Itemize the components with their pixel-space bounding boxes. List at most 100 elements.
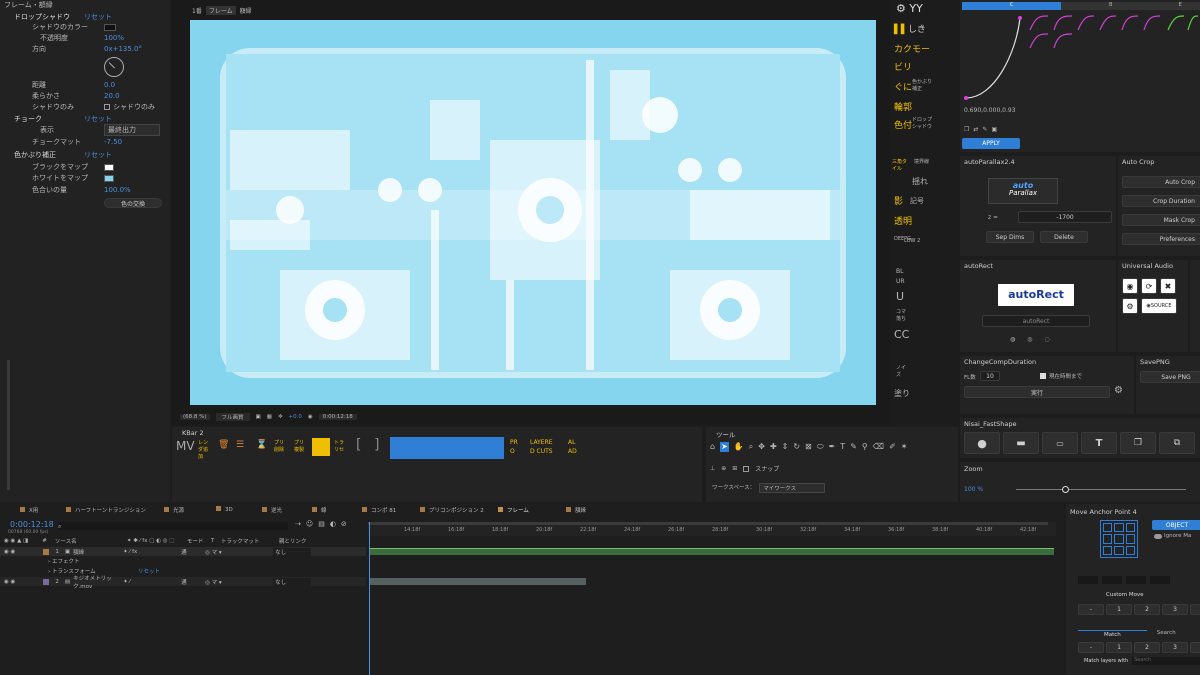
swap-icon[interactable]: ⇄ <box>973 126 978 133</box>
breadcrumb-item[interactable]: 1番 <box>192 6 202 15</box>
select-tool-icon[interactable]: ➤ <box>720 442 729 452</box>
layer-color-label[interactable] <box>43 578 50 585</box>
fx-color[interactable]: 色かぶり補正 リセット <box>14 150 112 160</box>
timeline-tab[interactable]: 額縁 <box>566 506 586 514</box>
rounded-shape-button[interactable]: ▭ <box>1042 432 1078 454</box>
object-button[interactable]: OBJECT <box>1152 520 1200 530</box>
breadcrumb-item-active[interactable]: フレーム <box>205 6 236 15</box>
dolly-tool-icon[interactable]: ⇕ <box>782 442 789 452</box>
zoom-slider-thumb[interactable] <box>1062 486 1069 493</box>
kbar-u[interactable]: U <box>896 290 904 303</box>
search-tab[interactable]: Search <box>1157 630 1176 638</box>
direction-dial[interactable] <box>104 57 124 77</box>
save-png-button[interactable]: Save PNG <box>1140 371 1200 383</box>
sync-icon[interactable]: ⟳ <box>1141 278 1157 294</box>
comp-flow-icon[interactable]: ⇢ <box>295 520 301 528</box>
parent-select[interactable]: なし <box>273 547 312 556</box>
motion-blur-icon[interactable]: ◐ <box>330 520 336 528</box>
delete-button[interactable]: Delete <box>1040 231 1088 243</box>
direction-value[interactable]: 0x+135.0° <box>104 45 142 53</box>
kbar-ad[interactable]: AD <box>568 448 577 455</box>
link-shape-button[interactable]: ⧉ <box>1159 432 1195 454</box>
timeline-tab-active[interactable]: フレーム <box>498 506 529 514</box>
save-icon[interactable]: ▣ <box>991 126 997 133</box>
kbar-ur[interactable]: UR <box>896 278 905 285</box>
layer-switches[interactable]: ✦ ⁄ <box>123 579 181 585</box>
kbar-kakumo[interactable]: カクモー <box>894 42 930 55</box>
audio-wave-icon[interactable]: ◉ <box>1122 278 1138 294</box>
match-1-button[interactable]: 1 <box>1106 642 1132 653</box>
snap-checkbox[interactable] <box>743 465 750 472</box>
layer-bar[interactable] <box>370 578 586 585</box>
kbar-yy[interactable]: ⚙ YY <box>896 2 923 15</box>
kbar-image-button[interactable] <box>312 438 330 456</box>
clone-tool-icon[interactable]: ⚲ <box>862 442 868 452</box>
timeline-tab[interactable]: X用 <box>20 506 38 514</box>
display-select[interactable]: 最終出力 <box>104 124 160 136</box>
match-4-button[interactable]: 4 <box>1190 642 1200 653</box>
duplicate-icon[interactable]: ◎ <box>1027 336 1032 343</box>
kbar-drop[interactable]: ドロップシャドウ <box>912 116 932 130</box>
eraser-tool-icon[interactable]: ⌫ <box>873 442 884 452</box>
local-axis-icon[interactable]: ⊥ <box>710 465 715 472</box>
column-c[interactable]: C <box>962 2 1062 10</box>
layer-name[interactable]: キジオメトリック.mov <box>73 574 123 590</box>
until-current-checkbox[interactable] <box>1040 373 1046 379</box>
grid-icon[interactable]: ▦ <box>267 414 272 420</box>
kbar-yure[interactable]: 揺れ <box>912 176 928 187</box>
choke-matte-value[interactable]: -7.50 <box>104 138 122 146</box>
exposure-value[interactable]: +0.0 <box>289 414 302 420</box>
timeline-timecode[interactable]: 0:00:12:18 <box>10 520 54 529</box>
copy-icon[interactable]: ❐ <box>964 126 969 133</box>
match-3-button[interactable]: 3 <box>1162 642 1188 653</box>
refresh-icon[interactable]: ◌ <box>1045 336 1050 343</box>
pin-icon[interactable]: ✎ <box>982 126 987 133</box>
pen-tool-icon[interactable]: ✒ <box>829 442 836 452</box>
layers-icon[interactable]: ◍ <box>1010 336 1015 343</box>
world-axis-icon[interactable]: ⊕ <box>721 465 726 472</box>
kbar-dcuts[interactable]: D CUTS <box>530 448 553 455</box>
kbar-nuri[interactable]: 塗り <box>894 388 910 399</box>
crop-duration-button[interactable]: Crop Duration <box>1122 195 1200 207</box>
autorect-input[interactable]: autoRect <box>982 315 1090 327</box>
layer-search-input[interactable]: ⌕ <box>58 522 288 530</box>
distance-value[interactable]: 0.0 <box>104 81 115 89</box>
viewer-timecode[interactable]: 0:00:12:18 <box>318 414 357 420</box>
kbar-layere[interactable]: LAYERE <box>530 439 553 446</box>
timeline-tab[interactable]: ハーフトーントランジション <box>66 506 146 514</box>
exposure-icon[interactable]: ✲ <box>278 414 283 420</box>
settings-icon[interactable]: ⚙ <box>1114 385 1123 396</box>
map-white-swatch[interactable] <box>104 174 114 182</box>
ease-presets[interactable] <box>1028 14 1198 50</box>
bracket-right-icon[interactable]: ] <box>374 437 379 453</box>
roto-tool-icon[interactable]: ✐ <box>889 442 896 452</box>
workspace-select[interactable]: マイワークス <box>759 483 826 493</box>
kbar-kyokai[interactable]: 境界線 <box>914 158 930 165</box>
graph-editor-icon[interactable]: ⊘ <box>341 520 347 528</box>
fl-input[interactable]: 10 <box>980 371 1000 381</box>
timeline-tab[interactable]: プリコンポジション 2 <box>420 506 484 514</box>
timeline-tab[interactable]: コンポ 81 <box>362 506 396 514</box>
list-icon[interactable]: ☰ <box>236 440 244 450</box>
kbar-iroduke[interactable]: 色付 <box>894 118 912 131</box>
region-icon[interactable]: ▣ <box>256 414 261 420</box>
breadcrumb-item[interactable]: 額縁 <box>240 6 252 15</box>
table-row[interactable]: ◉ ◉ 2 ▤ キジオメトリック.mov ✦ ⁄ 通 ◎ マ ▾ なし <box>0 576 366 590</box>
minus-button[interactable]: - <box>1078 604 1104 615</box>
parent-select[interactable]: なし <box>273 577 312 586</box>
work-area-bar[interactable] <box>368 522 1048 525</box>
zoom-select[interactable]: (68.8 %) <box>180 414 210 420</box>
brush-tool-icon[interactable]: ✎ <box>850 442 857 452</box>
column-e[interactable]: E <box>1160 2 1200 10</box>
kbar-pre-dup[interactable]: プリ複製 <box>294 439 306 453</box>
swap-colors-button[interactable]: 色の交換 <box>104 198 162 208</box>
bracket-left-icon[interactable]: [ <box>356 437 361 453</box>
layer-bar[interactable] <box>370 548 1054 555</box>
kbar-koma[interactable]: コマ落ち <box>896 308 910 322</box>
kbar-mv[interactable]: MV <box>176 439 195 453</box>
mode-select[interactable]: 通 <box>181 578 205 586</box>
visibility-icon[interactable]: ◉ ◉ <box>4 579 15 585</box>
zoom-value[interactable]: 100 % <box>964 486 983 493</box>
kbar-gu[interactable]: ぐに <box>894 80 912 93</box>
ease-curve-graph[interactable] <box>964 14 1024 100</box>
